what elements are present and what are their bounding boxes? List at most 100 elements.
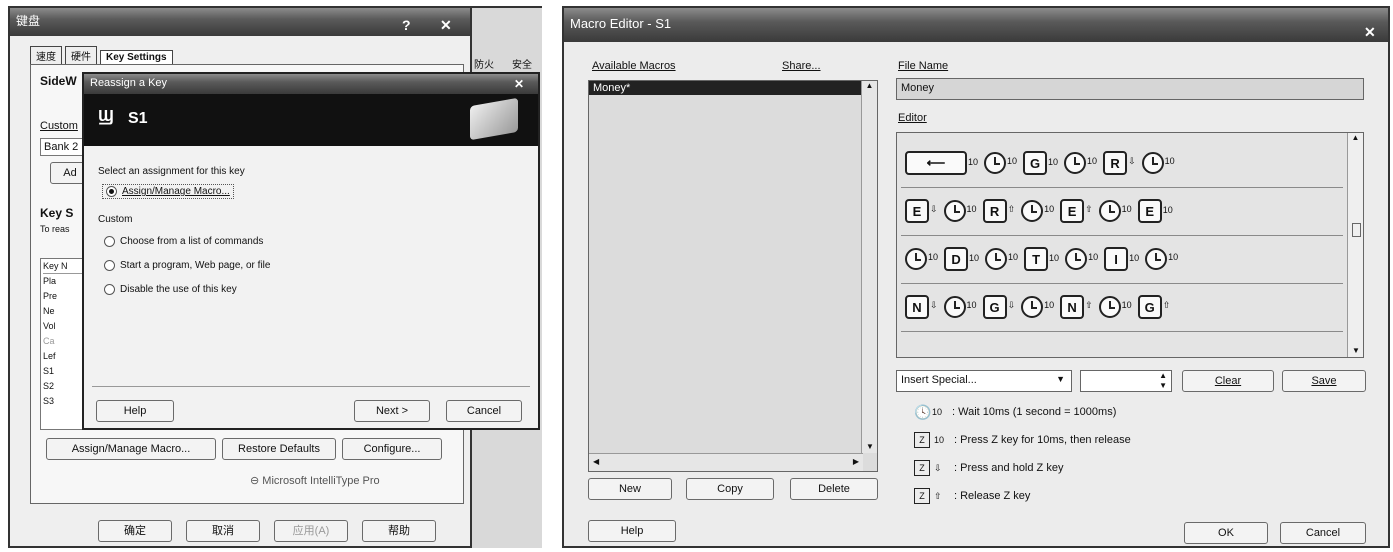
clock-icon — [943, 296, 966, 318]
macro-step[interactable]: G 10 — [1023, 151, 1058, 175]
radio-icon[interactable] — [104, 236, 115, 247]
brand-text: Microsoft IntelliType Pro — [262, 475, 380, 487]
step-duration: 10 — [1162, 205, 1173, 215]
macro-step[interactable]: 10 — [1098, 296, 1132, 318]
horizontal-scrollbar[interactable]: ◀ ▶ — [589, 453, 863, 471]
macro-step[interactable]: 10 — [1145, 248, 1178, 270]
scroll-down-icon[interactable]: ▼ — [1348, 346, 1363, 355]
chevron-down-icon[interactable]: ▼ — [1056, 374, 1065, 384]
new-macro-button[interactable]: New — [588, 478, 672, 500]
legend: 🕓 10 : Wait 10ms (1 second = 1000ms) Z 1… — [914, 398, 1354, 510]
option-label: Choose from a list of commands — [120, 236, 264, 248]
help-icon[interactable]: ? — [402, 12, 411, 38]
clear-button[interactable]: Clear — [1182, 370, 1274, 392]
macro-step[interactable]: N ⇩ — [905, 295, 938, 319]
macro-step[interactable]: N ⇧ — [1060, 295, 1093, 319]
tab-speed[interactable]: 速度 — [30, 46, 62, 64]
macro-step[interactable]: G ⇧ — [1137, 295, 1170, 319]
next-button[interactable]: Next > — [354, 400, 430, 422]
radio-icon[interactable] — [104, 260, 115, 271]
macro-step[interactable]: E ⇩ — [905, 199, 938, 223]
scroll-up-icon[interactable]: ▲ — [1348, 133, 1363, 142]
clock-icon — [1098, 296, 1121, 318]
macro-step[interactable]: 10 — [984, 152, 1017, 174]
bank-select[interactable]: Bank 2 — [40, 138, 88, 156]
share-link[interactable]: Share... — [782, 60, 821, 72]
tab-hardware[interactable]: 硬件 — [65, 46, 97, 64]
macro-step[interactable]: 10 — [1141, 152, 1175, 174]
close-icon[interactable]: ✕ — [514, 75, 524, 93]
macro-editor-area[interactable]: ⟵ 10 10 G 10 10 R ⇩ 10 E ⇩ 10 R ⇧ 10 E ⇧ 10 E 10 10 D 10 10 T 10 1… — [896, 132, 1364, 358]
delete-macro-button[interactable]: Delete — [790, 478, 878, 500]
apply-button[interactable]: 应用(A) — [274, 520, 348, 542]
delay-spinner[interactable]: ▲ ▼ — [1080, 370, 1172, 392]
macro-step[interactable]: 10 — [1064, 152, 1097, 174]
option-disable-key[interactable]: Disable the use of this key — [104, 284, 237, 295]
restore-defaults-button[interactable]: Restore Defaults — [222, 438, 336, 460]
close-icon[interactable]: ✕ — [440, 12, 452, 38]
help-button[interactable]: 帮助 — [362, 520, 436, 542]
step-duration: 10 — [966, 300, 977, 310]
scroll-up-icon[interactable]: ▲ — [862, 81, 877, 90]
file-name-input[interactable]: Money — [896, 78, 1364, 100]
step-duration: 10 — [1168, 252, 1179, 262]
legend-row: 🕓 10 : Wait 10ms (1 second = 1000ms) — [914, 398, 1354, 426]
cancel-button[interactable]: 取消 — [186, 520, 260, 542]
assign-manage-macro-button[interactable]: Assign/Manage Macro... — [46, 438, 216, 460]
ok-button[interactable]: 确定 — [98, 520, 172, 542]
option-assign-macro[interactable]: Assign/Manage Macro... — [102, 184, 234, 200]
step-duration: 10 — [1044, 300, 1055, 310]
macro-list-item[interactable]: Money* — [589, 81, 861, 95]
tab-key-settings[interactable]: Key Settings — [100, 50, 173, 64]
close-icon[interactable]: ✕ — [1364, 16, 1376, 48]
radio-icon[interactable] — [104, 284, 115, 295]
macro-step[interactable]: R ⇩ — [1103, 151, 1136, 175]
macro-step[interactable]: T 10 — [1024, 247, 1059, 271]
help-button[interactable]: Help — [96, 400, 174, 422]
scroll-right-icon[interactable]: ▶ — [853, 457, 859, 466]
keyboard-graphic-icon — [470, 97, 518, 141]
macro-step[interactable]: 10 — [943, 200, 977, 222]
custom-label: Custom — [40, 120, 78, 132]
radio-selected-icon[interactable] — [106, 186, 117, 197]
macro-step[interactable]: 10 — [1065, 248, 1098, 270]
scroll-left-icon[interactable]: ◀ — [593, 457, 599, 466]
vertical-scrollbar[interactable]: ▲ ▼ — [861, 81, 877, 453]
macro-step[interactable]: 10 — [943, 296, 977, 318]
reassign-title: Reassign a Key — [90, 77, 168, 89]
macro-step[interactable]: D 10 — [944, 247, 979, 271]
macro-list[interactable]: Money* ▲ ▼ ◀ ▶ — [588, 80, 878, 472]
macro-step[interactable]: ⟵ 10 — [905, 151, 978, 175]
save-button[interactable]: Save — [1282, 370, 1366, 392]
ok-button[interactable]: OK — [1184, 522, 1268, 544]
macro-step[interactable]: 10 — [1098, 200, 1132, 222]
scroll-down-icon[interactable]: ▼ — [862, 442, 878, 451]
macro-step[interactable]: E 10 — [1137, 199, 1173, 223]
macro-step[interactable]: 10 — [1021, 296, 1054, 318]
macro-step[interactable]: R ⇧ — [982, 199, 1015, 223]
cancel-button[interactable]: Cancel — [1280, 522, 1366, 544]
insert-special-dropdown[interactable]: Insert Special... ▼ — [896, 370, 1072, 392]
spinner-arrows-icon[interactable]: ▲ ▼ — [1159, 371, 1167, 391]
editor-scrollbar[interactable]: ▲ ▼ — [1347, 133, 1363, 357]
copy-macro-button[interactable]: Copy — [686, 478, 774, 500]
configure-button[interactable]: Configure... — [342, 438, 442, 460]
option-choose-command[interactable]: Choose from a list of commands — [104, 236, 263, 247]
macro-step[interactable]: 10 — [1021, 200, 1054, 222]
reassign-hint: To reas — [40, 224, 70, 234]
step-duration: 10 — [1049, 253, 1060, 263]
cancel-button[interactable]: Cancel — [446, 400, 522, 422]
scroll-thumb[interactable] — [1352, 223, 1361, 237]
macro-step[interactable]: G ⇩ — [982, 295, 1015, 319]
clock-icon — [1098, 200, 1121, 222]
step-duration: 10 — [1088, 252, 1099, 262]
step-duration: ⇩ — [1128, 156, 1136, 166]
macro-step[interactable]: E ⇧ — [1060, 199, 1093, 223]
option-start-program[interactable]: Start a program, Web page, or file — [104, 260, 270, 271]
legend-row: Z ⇩ : Press and hold Z key — [914, 454, 1354, 482]
macro-step[interactable]: 10 — [985, 248, 1018, 270]
help-button[interactable]: Help — [588, 520, 676, 542]
macro-step[interactable]: I 10 — [1104, 247, 1139, 271]
macro-step[interactable]: 10 — [905, 248, 938, 270]
assignment-prompt: Select an assignment for this key — [98, 166, 245, 177]
